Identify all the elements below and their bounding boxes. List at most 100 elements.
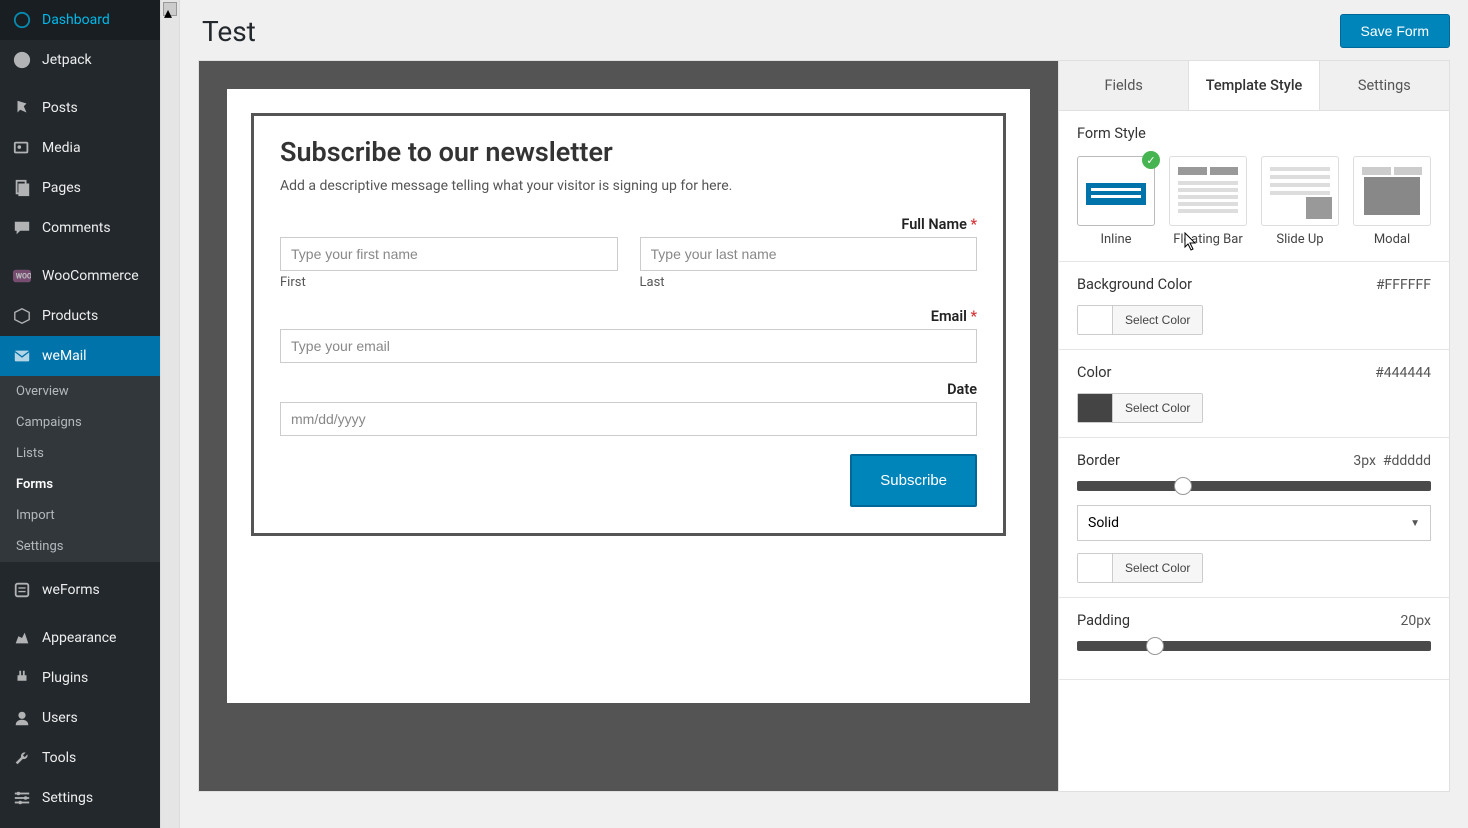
border-color-picker[interactable]: Select Color: [1077, 553, 1203, 583]
padding-title: Padding: [1077, 612, 1130, 629]
sidebar-item-dashboard[interactable]: Dashboard: [0, 0, 160, 40]
save-form-button[interactable]: Save Form: [1340, 14, 1450, 48]
products-icon: [12, 306, 32, 326]
scrollbar-up-arrow[interactable]: ▴: [163, 2, 177, 16]
tab-template-style[interactable]: Template Style: [1189, 61, 1319, 110]
sidebar-item-jetpack[interactable]: Jetpack: [0, 40, 160, 80]
bg-select-color-button[interactable]: Select Color: [1112, 306, 1202, 334]
mail-icon: [12, 346, 32, 366]
appearance-icon: [12, 628, 32, 648]
sidebar-item-products[interactable]: Products: [0, 296, 160, 336]
sidebar-label: Jetpack: [42, 52, 92, 68]
padding-slider[interactable]: [1077, 641, 1431, 651]
sidebar-item-woocommerce[interactable]: WOO WooCommerce: [0, 256, 160, 296]
sidebar-item-plugins[interactable]: Plugins: [0, 658, 160, 698]
date-input[interactable]: [280, 402, 977, 436]
sidebar-item-media[interactable]: Media: [0, 128, 160, 168]
style-option-slide-up[interactable]: [1261, 156, 1339, 226]
section-color: Color #444444 Select Color: [1059, 350, 1449, 438]
users-icon: [12, 708, 32, 728]
editor-container: Subscribe to our newsletter Add a descri…: [198, 60, 1450, 792]
select-value: Solid: [1088, 515, 1119, 531]
slider-handle[interactable]: [1174, 477, 1192, 495]
border-style-select[interactable]: Solid ▼: [1077, 505, 1431, 541]
tab-settings[interactable]: Settings: [1320, 61, 1449, 110]
sidebar-item-tools[interactable]: Tools: [0, 738, 160, 778]
email-label: Email *: [280, 308, 977, 325]
style-option-modal[interactable]: [1353, 156, 1431, 226]
sidebar-sub-overview[interactable]: Overview: [0, 376, 160, 407]
sidebar-item-appearance[interactable]: Appearance: [0, 618, 160, 658]
bg-color-title: Background Color: [1077, 276, 1192, 293]
border-title: Border: [1077, 452, 1120, 469]
sidebar-label: Media: [42, 140, 81, 156]
page-scrollbar[interactable]: ▴: [160, 0, 180, 828]
sidebar-label: Users: [42, 710, 78, 726]
date-label: Date: [280, 381, 977, 398]
bg-color-picker[interactable]: Select Color: [1077, 305, 1203, 335]
sidebar-item-users[interactable]: Users: [0, 698, 160, 738]
subscribe-button[interactable]: Subscribe: [850, 454, 977, 507]
panel-tabs: Fields Template Style Settings: [1059, 61, 1449, 111]
woo-icon: WOO: [12, 266, 32, 286]
email-input[interactable]: [280, 329, 977, 363]
border-select-color-button[interactable]: Select Color: [1112, 554, 1202, 582]
sidebar-item-settings[interactable]: Settings: [0, 778, 160, 818]
last-sub-label: Last: [640, 275, 978, 290]
section-background-color: Background Color #FFFFFF Select Color: [1059, 262, 1449, 350]
full-name-label: Full Name *: [280, 216, 977, 233]
sidebar-label: Comments: [42, 220, 111, 236]
slider-handle[interactable]: [1146, 637, 1164, 655]
form-frame: Subscribe to our newsletter Add a descri…: [251, 113, 1006, 536]
bg-color-value: #FFFFFF: [1376, 277, 1431, 293]
last-name-input[interactable]: [640, 237, 978, 271]
tools-icon: [12, 748, 32, 768]
color-select-button[interactable]: Select Color: [1112, 394, 1202, 422]
color-picker[interactable]: Select Color: [1077, 393, 1203, 423]
sidebar-label: WooCommerce: [42, 268, 139, 284]
plugins-icon: [12, 668, 32, 688]
pin-icon: [12, 98, 32, 118]
form-description: Add a descriptive message telling what y…: [280, 178, 977, 194]
sidebar-item-posts[interactable]: Posts: [0, 88, 160, 128]
sidebar-sub-import[interactable]: Import: [0, 500, 160, 531]
check-icon: ✓: [1142, 151, 1160, 169]
svg-text:WOO: WOO: [16, 272, 31, 281]
comment-icon: [12, 218, 32, 238]
section-padding: Padding 20px: [1059, 598, 1449, 680]
panel-body[interactable]: Form Style ✓ Inline: [1059, 111, 1449, 791]
properties-panel: Fields Template Style Settings Form Styl…: [1058, 61, 1449, 791]
color-value: #444444: [1375, 365, 1431, 381]
sidebar-label: Posts: [42, 100, 78, 116]
sidebar-sub-campaigns[interactable]: Campaigns: [0, 407, 160, 438]
border-width-slider[interactable]: [1077, 481, 1431, 491]
sidebar-sub-lists[interactable]: Lists: [0, 438, 160, 469]
page-title: Test: [198, 15, 256, 48]
padding-value: 20px: [1401, 613, 1431, 629]
tab-fields[interactable]: Fields: [1059, 61, 1189, 110]
first-sub-label: First: [280, 275, 618, 290]
sidebar-item-weforms[interactable]: weForms: [0, 570, 160, 610]
style-option-inline[interactable]: ✓: [1077, 156, 1155, 226]
jetpack-icon: [12, 50, 32, 70]
main-content: Test Save Form Subscribe to our newslett…: [180, 0, 1468, 828]
style-label: Inline: [1077, 232, 1155, 247]
settings-icon: [12, 788, 32, 808]
sidebar-item-comments[interactable]: Comments: [0, 208, 160, 248]
sidebar-sub-settings[interactable]: Settings: [0, 531, 160, 562]
first-name-input[interactable]: [280, 237, 618, 271]
section-border: Border 3px #ddddd Solid ▼ Select Color: [1059, 438, 1449, 598]
forms-icon: [12, 580, 32, 600]
style-label: Slide Up: [1261, 232, 1339, 247]
sidebar-sub-forms[interactable]: Forms: [0, 469, 160, 500]
admin-sidebar: Dashboard Jetpack Posts Media Pages Comm…: [0, 0, 160, 828]
sidebar-label: weForms: [42, 582, 100, 598]
color-swatch: [1078, 394, 1112, 422]
sidebar-item-pages[interactable]: Pages: [0, 168, 160, 208]
style-option-floating-bar[interactable]: [1169, 156, 1247, 226]
color-title: Color: [1077, 364, 1111, 381]
form-title: Subscribe to our newsletter: [280, 136, 977, 168]
sidebar-item-wemail[interactable]: weMail: [0, 336, 160, 376]
sidebar-label: Appearance: [42, 630, 116, 646]
sidebar-label: Plugins: [42, 670, 88, 686]
